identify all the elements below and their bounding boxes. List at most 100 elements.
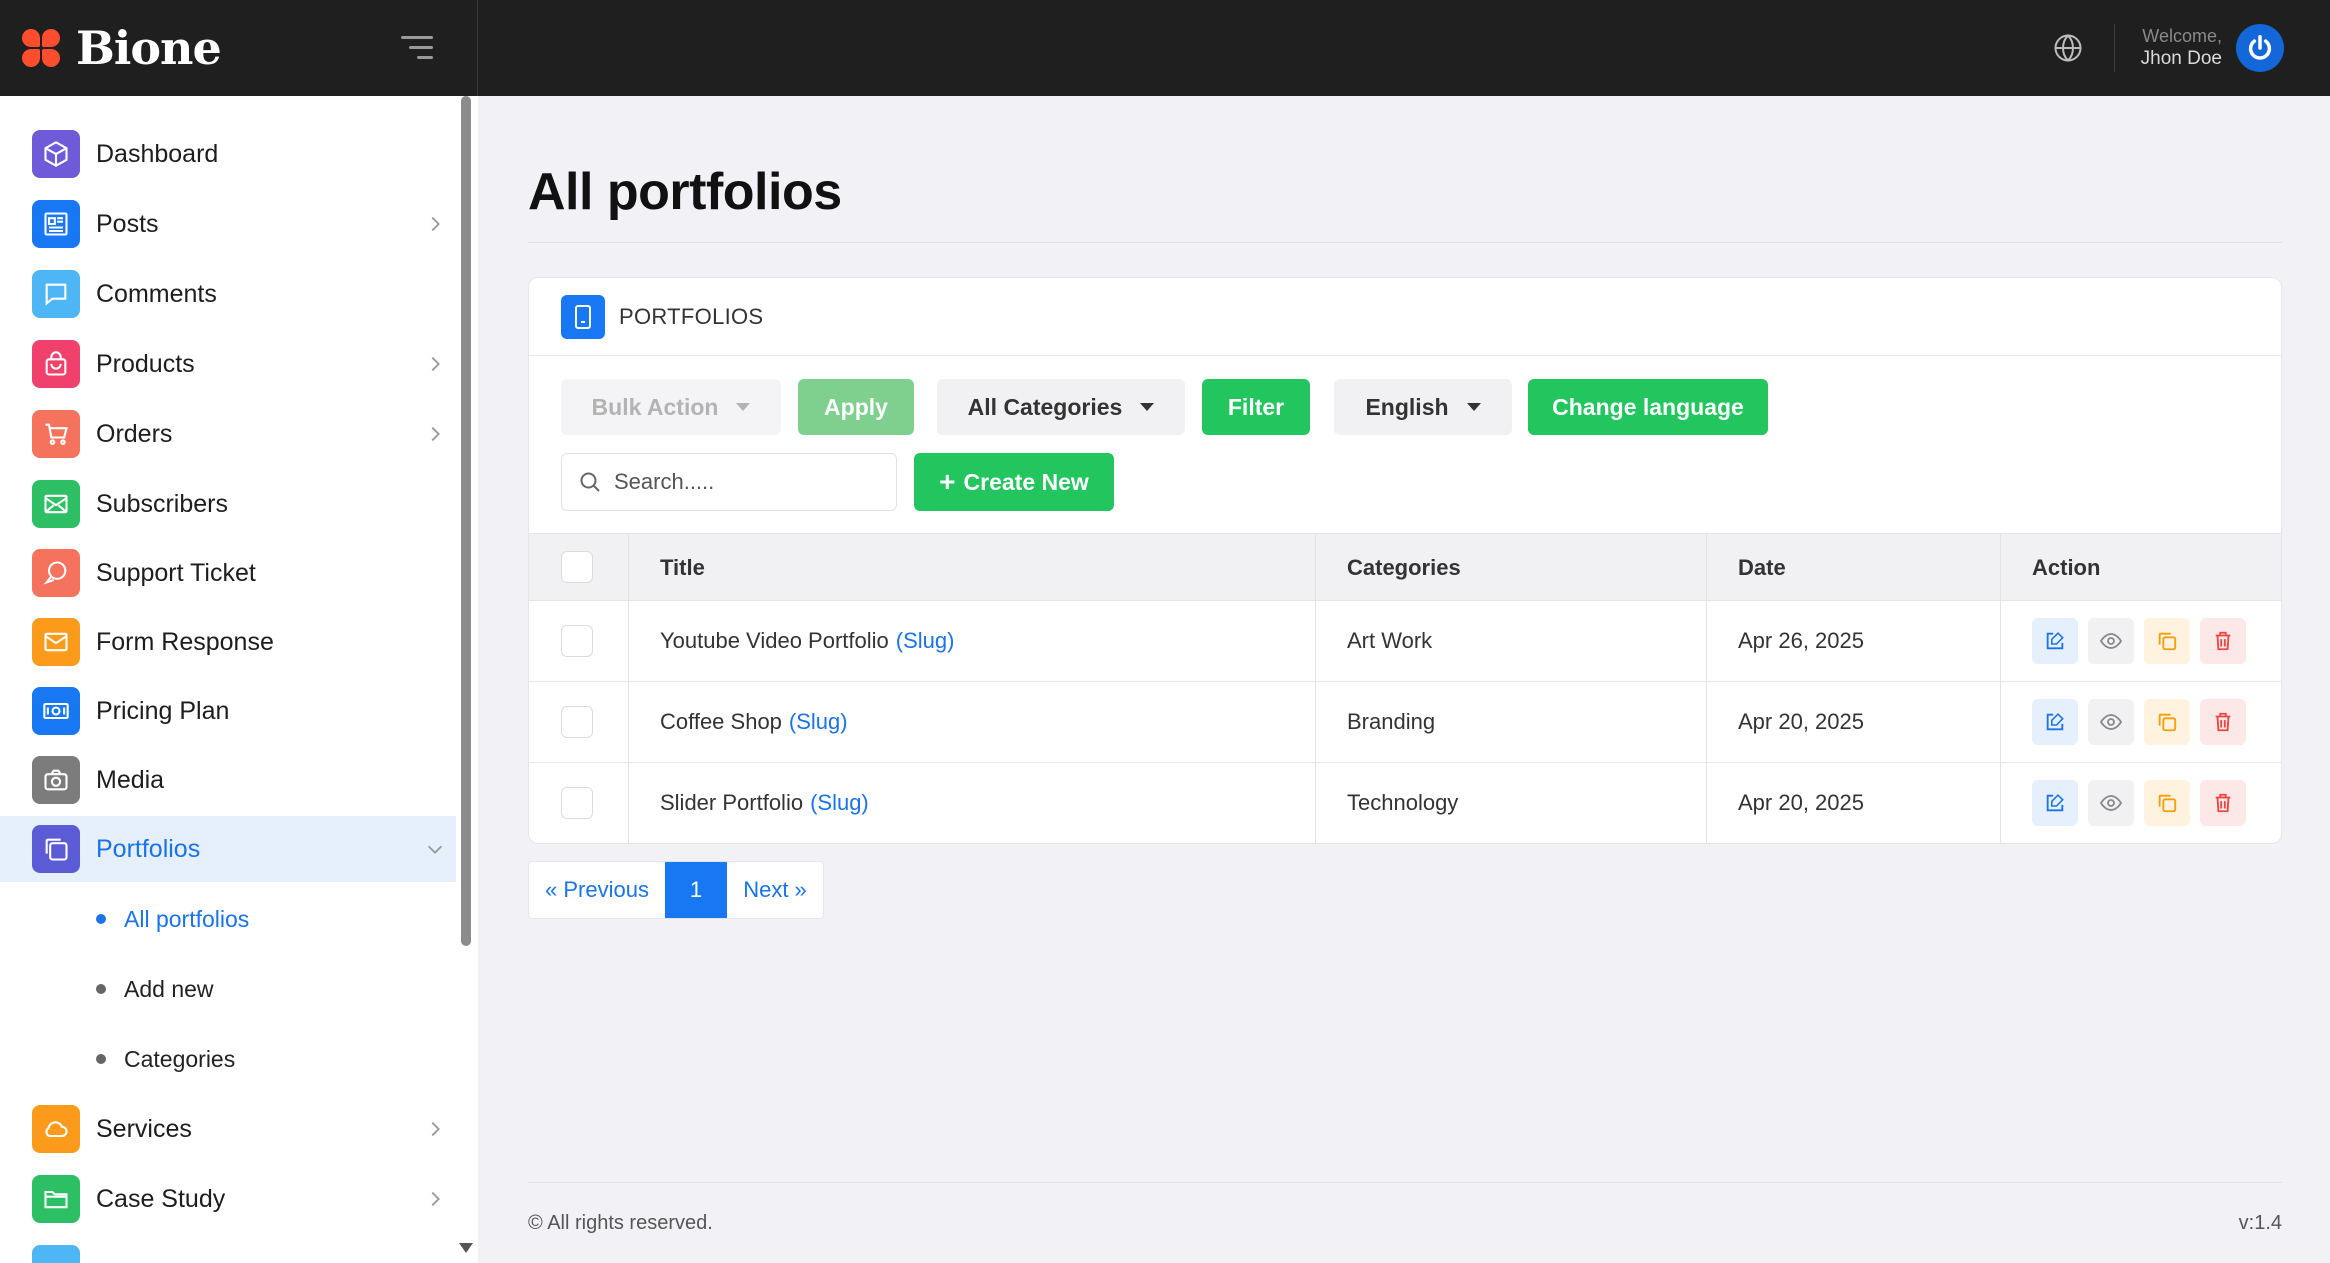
- sidebar-scrollbar[interactable]: [459, 96, 473, 1263]
- tablet-icon: [561, 294, 605, 339]
- eye-icon: [2099, 714, 2123, 730]
- slug-link[interactable]: (Slug): [810, 790, 869, 816]
- category-select[interactable]: All Categories: [937, 379, 1185, 435]
- edit-icon: [2046, 794, 2064, 812]
- previous-page-button[interactable]: « Previous: [529, 862, 665, 918]
- delete-button[interactable]: [2200, 618, 2246, 664]
- topbar-divider: [2113, 24, 2115, 72]
- duplicate-button[interactable]: [2144, 780, 2190, 826]
- row-checkbox[interactable]: [561, 706, 593, 738]
- search-field[interactable]: [561, 453, 897, 511]
- column-action: Action: [2032, 555, 2101, 580]
- edit-button[interactable]: [2032, 780, 2078, 826]
- sidebar-sub-item-all-portfolios[interactable]: All portfolios: [96, 894, 249, 944]
- view-button[interactable]: [2088, 780, 2134, 826]
- scroll-thumb[interactable]: [461, 96, 471, 946]
- create-new-label: Create New: [963, 468, 1089, 495]
- edit-icon: [2046, 713, 2064, 731]
- delete-button[interactable]: [2200, 699, 2246, 745]
- sidebar-item-posts[interactable]: Posts: [0, 191, 456, 257]
- view-button[interactable]: [2088, 618, 2134, 664]
- footer-divider: [528, 1182, 2282, 1183]
- row-checkbox[interactable]: [561, 787, 593, 819]
- search-input[interactable]: [614, 469, 874, 495]
- page-title: All portfolios: [528, 163, 842, 221]
- table-row: Slider Portfolio (Slug) Technology Apr 20…: [529, 763, 2281, 843]
- money-icon: [32, 687, 80, 735]
- current-page-button[interactable]: 1: [665, 862, 727, 918]
- edit-button[interactable]: [2032, 618, 2078, 664]
- apply-button[interactable]: Apply: [798, 379, 914, 435]
- sidebar-item-subscribers[interactable]: Subscribers: [0, 471, 456, 537]
- chevron-right-icon: [431, 1121, 440, 1137]
- next-page-button[interactable]: Next »: [727, 862, 823, 918]
- card-title: PORTFOLIOS: [619, 303, 764, 329]
- change-language-button[interactable]: Change language: [1528, 379, 1768, 435]
- sidebar-item-pricing-plan[interactable]: Pricing Plan: [0, 678, 456, 744]
- eye-icon: [2099, 633, 2123, 649]
- cloud-icon: [32, 1105, 80, 1153]
- duplicate-button[interactable]: [2144, 699, 2190, 745]
- slug-link[interactable]: (Slug): [896, 628, 955, 654]
- select-all-checkbox[interactable]: [561, 551, 593, 583]
- row-date: Apr 26, 2025: [1738, 628, 1864, 653]
- topbar-right: Welcome, Jhon Doe: [2048, 0, 2284, 96]
- sidebar-item-label: Portfolios: [96, 834, 201, 863]
- view-button[interactable]: [2088, 699, 2134, 745]
- duplicate-button[interactable]: [2144, 618, 2190, 664]
- sidebar-item-label: Pricing Plan: [96, 696, 230, 725]
- slug-link[interactable]: (Slug): [789, 709, 848, 735]
- eye-icon: [2099, 795, 2123, 811]
- sidebar-sub-item-label: Add new: [124, 975, 214, 1002]
- sidebar-item-comments[interactable]: Comments: [0, 261, 456, 327]
- avatar[interactable]: [2236, 24, 2284, 72]
- user-name: Jhon Doe: [2140, 48, 2222, 70]
- sidebar-item-form-response[interactable]: Form Response: [0, 609, 456, 675]
- welcome-text: Welcome,: [2142, 25, 2222, 46]
- bullet-dot: [96, 914, 106, 924]
- newspaper-icon: [32, 200, 80, 248]
- row-actions: [2032, 618, 2256, 664]
- row-actions: [2032, 780, 2256, 826]
- sidebar-item-services[interactable]: Services: [0, 1096, 456, 1162]
- copy-icon: [2158, 794, 2177, 813]
- row-actions: [2032, 699, 2256, 745]
- sidebar-item-media[interactable]: Media: [0, 747, 456, 813]
- sidebar-item-products[interactable]: Products: [0, 331, 456, 397]
- brand: Bione: [0, 0, 478, 96]
- row-date: Apr 20, 2025: [1738, 790, 1864, 815]
- sidebar-sub-item-label: All portfolios: [124, 905, 250, 932]
- copy-icon: [2158, 632, 2177, 651]
- scroll-down-icon[interactable]: [459, 1243, 473, 1253]
- trash-icon: [2215, 793, 2231, 813]
- row-checkbox[interactable]: [561, 625, 593, 657]
- sidebar: Dashboard Posts Comments Products Orders…: [0, 96, 478, 1263]
- sidebar-item-dashboard[interactable]: Dashboard: [0, 121, 456, 187]
- cube-icon: [32, 130, 80, 178]
- edit-button[interactable]: [2032, 699, 2078, 745]
- globe-icon[interactable]: [2048, 28, 2088, 68]
- sidebar-sub-item-add-new[interactable]: Add new: [96, 964, 214, 1014]
- portfolio-table: Title Categories Date Action Youtube Vid…: [529, 533, 2281, 843]
- bullet-dot: [96, 984, 106, 994]
- language-select[interactable]: English: [1334, 379, 1512, 435]
- caret-down-icon: [1466, 403, 1481, 411]
- sidebar-item-label: Form Response: [96, 627, 274, 656]
- create-new-button[interactable]: + Create New: [914, 453, 1114, 511]
- sidebar-item-case-study[interactable]: Case Study: [0, 1166, 456, 1232]
- filter-button[interactable]: Filter: [1202, 379, 1310, 435]
- sidebar-item-support-ticket[interactable]: Support Ticket: [0, 540, 456, 606]
- sidebar-sub-item-categories[interactable]: Categories: [96, 1034, 235, 1084]
- sidebar-item-portfolios[interactable]: Portfolios: [0, 816, 456, 882]
- trash-icon: [2215, 712, 2231, 732]
- delete-button[interactable]: [2200, 780, 2246, 826]
- sidebar-item-partial[interactable]: [0, 1236, 456, 1263]
- sidebar-item-orders[interactable]: Orders: [0, 401, 456, 467]
- column-separator: [1315, 533, 1316, 843]
- support-chat-icon: [32, 549, 80, 597]
- camera-icon: [32, 756, 80, 804]
- table-header: Title Categories Date Action: [529, 533, 2281, 601]
- card-header: PORTFOLIOS: [529, 278, 2281, 356]
- bulk-action-select[interactable]: Bulk Action: [561, 379, 781, 435]
- menu-toggle-icon[interactable]: [401, 36, 433, 60]
